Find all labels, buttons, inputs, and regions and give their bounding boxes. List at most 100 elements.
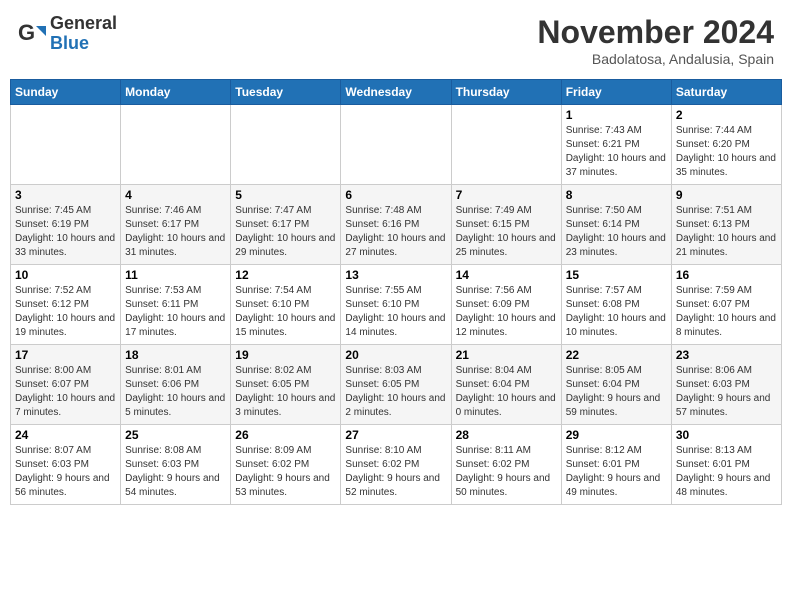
day-info: Sunrise: 8:03 AMSunset: 6:05 PMDaylight:… [345,364,446,420]
day-info: Sunrise: 8:09 AMSunset: 6:02 PMDaylight:… [235,444,336,500]
column-header-thursday: Thursday [451,80,561,105]
day-info: Sunrise: 7:47 AMSunset: 6:17 PMDaylight:… [235,204,336,260]
day-number: 11 [125,268,226,282]
calendar-cell: 22 Sunrise: 8:05 AMSunset: 6:04 PMDayligh… [561,345,671,425]
day-number: 3 [15,188,116,202]
column-header-tuesday: Tuesday [231,80,341,105]
calendar-header: SundayMondayTuesdayWednesdayThursdayFrid… [11,80,782,105]
calendar-cell: 29 Sunrise: 8:12 AMSunset: 6:01 PMDayligh… [561,425,671,505]
calendar-body: 1 Sunrise: 7:43 AMSunset: 6:21 PMDaylight… [11,105,782,505]
calendar-cell: 12 Sunrise: 7:54 AMSunset: 6:10 PMDayligh… [231,265,341,345]
day-info: Sunrise: 7:51 AMSunset: 6:13 PMDaylight:… [676,204,777,260]
calendar-cell [231,105,341,185]
day-number: 18 [125,348,226,362]
page-header: G General Blue November 2024 Badolatosa,… [10,10,782,71]
day-number: 28 [456,428,557,442]
day-info: Sunrise: 7:44 AMSunset: 6:20 PMDaylight:… [676,124,777,180]
day-number: 10 [15,268,116,282]
day-number: 2 [676,108,777,122]
day-info: Sunrise: 7:49 AMSunset: 6:15 PMDaylight:… [456,204,557,260]
calendar-cell: 1 Sunrise: 7:43 AMSunset: 6:21 PMDaylight… [561,105,671,185]
day-info: Sunrise: 7:46 AMSunset: 6:17 PMDaylight:… [125,204,226,260]
day-info: Sunrise: 8:01 AMSunset: 6:06 PMDaylight:… [125,364,226,420]
day-info: Sunrise: 7:50 AMSunset: 6:14 PMDaylight:… [566,204,667,260]
day-info: Sunrise: 7:43 AMSunset: 6:21 PMDaylight:… [566,124,667,180]
day-number: 9 [676,188,777,202]
day-info: Sunrise: 7:53 AMSunset: 6:11 PMDaylight:… [125,284,226,340]
calendar-cell: 17Sunrise: 8:00 AMSunset: 6:07 PMDayligh… [11,345,121,425]
day-info: Sunrise: 7:57 AMSunset: 6:08 PMDaylight:… [566,284,667,340]
day-info: Sunrise: 7:59 AMSunset: 6:07 PMDaylight:… [676,284,777,340]
calendar-cell [341,105,451,185]
month-title: November 2024 [537,14,774,51]
day-info: Sunrise: 7:45 AMSunset: 6:19 PMDaylight:… [15,204,116,260]
calendar-cell: 27 Sunrise: 8:10 AMSunset: 6:02 PMDayligh… [341,425,451,505]
logo-icon: G [18,20,46,48]
day-number: 7 [456,188,557,202]
day-info: Sunrise: 8:10 AMSunset: 6:02 PMDaylight:… [345,444,446,500]
calendar-cell: 8Sunrise: 7:50 AMSunset: 6:14 PMDaylight… [561,185,671,265]
calendar-cell: 5Sunrise: 7:47 AMSunset: 6:17 PMDaylight… [231,185,341,265]
calendar-cell: 13Sunrise: 7:55 AMSunset: 6:10 PMDayligh… [341,265,451,345]
day-info: Sunrise: 8:12 AMSunset: 6:01 PMDaylight:… [566,444,667,500]
calendar-cell [121,105,231,185]
day-number: 17 [15,348,116,362]
column-header-sunday: Sunday [11,80,121,105]
logo-general-text: General [50,14,117,34]
day-info: Sunrise: 8:04 AMSunset: 6:04 PMDaylight:… [456,364,557,420]
calendar-cell: 6 Sunrise: 7:48 AMSunset: 6:16 PMDaylight… [341,185,451,265]
calendar-cell [11,105,121,185]
calendar-cell: 23Sunrise: 8:06 AMSunset: 6:03 PMDayligh… [671,345,781,425]
calendar-cell: 10Sunrise: 7:52 AMSunset: 6:12 PMDayligh… [11,265,121,345]
location-text: Badolatosa, Andalusia, Spain [537,51,774,67]
day-number: 15 [566,268,667,282]
day-info: Sunrise: 7:56 AMSunset: 6:09 PMDaylight:… [456,284,557,340]
day-number: 26 [235,428,336,442]
calendar-week-2: 3 Sunrise: 7:45 AMSunset: 6:19 PMDaylight… [11,185,782,265]
day-info: Sunrise: 7:54 AMSunset: 6:10 PMDaylight:… [235,284,336,340]
day-info: Sunrise: 8:05 AMSunset: 6:04 PMDaylight:… [566,364,667,420]
day-info: Sunrise: 8:08 AMSunset: 6:03 PMDaylight:… [125,444,226,500]
day-info: Sunrise: 8:07 AMSunset: 6:03 PMDaylight:… [15,444,116,500]
column-header-wednesday: Wednesday [341,80,451,105]
day-number: 30 [676,428,777,442]
calendar-cell: 2 Sunrise: 7:44 AMSunset: 6:20 PMDaylight… [671,105,781,185]
calendar-cell: 19Sunrise: 8:02 AMSunset: 6:05 PMDayligh… [231,345,341,425]
calendar-cell: 9 Sunrise: 7:51 AMSunset: 6:13 PMDaylight… [671,185,781,265]
day-number: 23 [676,348,777,362]
calendar-cell [451,105,561,185]
calendar-cell: 26 Sunrise: 8:09 AMSunset: 6:02 PMDayligh… [231,425,341,505]
day-number: 14 [456,268,557,282]
calendar-cell: 4 Sunrise: 7:46 AMSunset: 6:17 PMDaylight… [121,185,231,265]
calendar-week-3: 10Sunrise: 7:52 AMSunset: 6:12 PMDayligh… [11,265,782,345]
day-number: 22 [566,348,667,362]
day-number: 1 [566,108,667,122]
day-number: 13 [345,268,446,282]
calendar-cell: 30 Sunrise: 8:13 AMSunset: 6:01 PMDayligh… [671,425,781,505]
day-number: 6 [345,188,446,202]
calendar-cell: 16Sunrise: 7:59 AMSunset: 6:07 PMDayligh… [671,265,781,345]
day-number: 29 [566,428,667,442]
calendar-cell: 3 Sunrise: 7:45 AMSunset: 6:19 PMDaylight… [11,185,121,265]
day-number: 27 [345,428,446,442]
calendar-cell: 14 Sunrise: 7:56 AMSunset: 6:09 PMDayligh… [451,265,561,345]
calendar-cell: 28Sunrise: 8:11 AMSunset: 6:02 PMDayligh… [451,425,561,505]
day-number: 12 [235,268,336,282]
day-number: 4 [125,188,226,202]
day-number: 25 [125,428,226,442]
svg-text:G: G [18,20,35,45]
day-number: 20 [345,348,446,362]
calendar-cell: 25 Sunrise: 8:08 AMSunset: 6:03 PMDayligh… [121,425,231,505]
day-number: 19 [235,348,336,362]
calendar-cell: 11 Sunrise: 7:53 AMSunset: 6:11 PMDayligh… [121,265,231,345]
column-header-friday: Friday [561,80,671,105]
column-header-saturday: Saturday [671,80,781,105]
calendar-cell: 21 Sunrise: 8:04 AMSunset: 6:04 PMDayligh… [451,345,561,425]
day-number: 21 [456,348,557,362]
calendar-cell: 24Sunrise: 8:07 AMSunset: 6:03 PMDayligh… [11,425,121,505]
calendar-table: SundayMondayTuesdayWednesdayThursdayFrid… [10,79,782,505]
day-info: Sunrise: 8:13 AMSunset: 6:01 PMDaylight:… [676,444,777,500]
calendar-week-1: 1 Sunrise: 7:43 AMSunset: 6:21 PMDaylight… [11,105,782,185]
day-info: Sunrise: 7:48 AMSunset: 6:16 PMDaylight:… [345,204,446,260]
logo: G General Blue [18,14,117,54]
